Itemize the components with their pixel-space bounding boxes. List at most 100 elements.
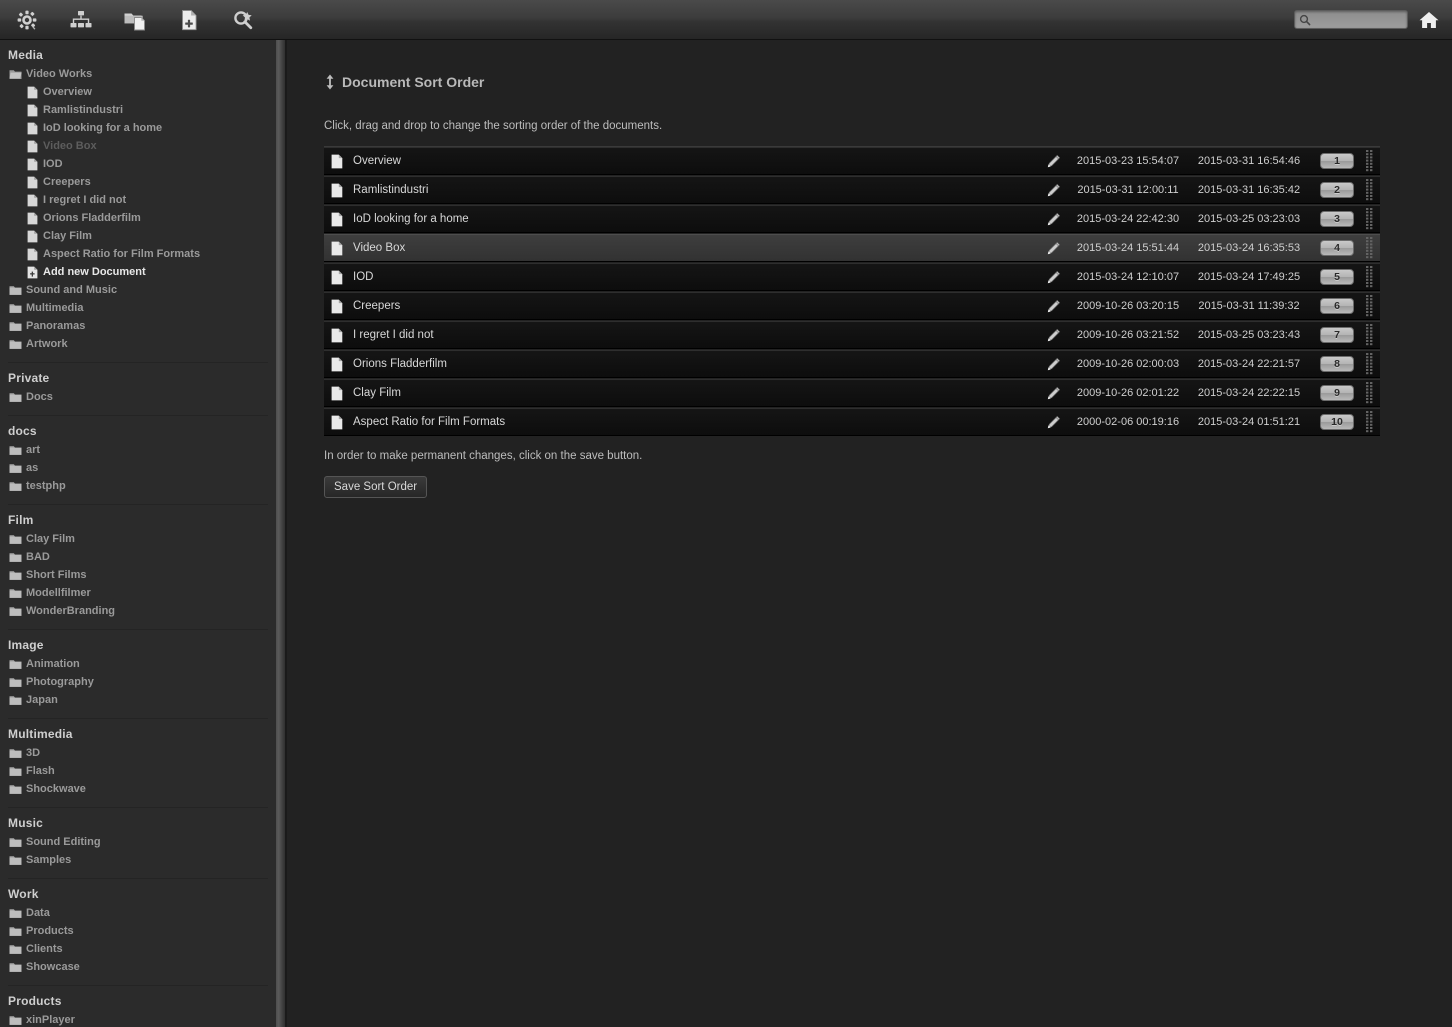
sort-row[interactable]: Ramlistindustri 2015-03-31 12:00:11 2015-0… [324,176,1380,204]
sidebar-item-testphp[interactable]: testphp [0,477,276,495]
sidebar-item-aspect-ratio-for-film-formats[interactable]: Aspect Ratio for Film Formats [0,245,276,263]
sidebar-item-video-works[interactable]: Video Works [0,65,276,83]
edit-pencil-icon[interactable] [1040,212,1066,227]
sidebar-item-creepers[interactable]: Creepers [0,173,276,191]
sidebar-item-add-new-document[interactable]: Add new Document [0,263,276,281]
sidebar-item-label: Data [26,906,50,919]
sidebar-item-animation[interactable]: Animation [0,655,276,673]
sidebar-item-label: Products [26,924,74,937]
sidebar-item-label: Artwork [26,337,68,350]
edit-pencil-icon[interactable] [1040,357,1066,372]
sidebar-item-iod-looking-for-a-home[interactable]: IoD looking for a home [0,119,276,137]
sort-row[interactable]: IoD looking for a home 2015-03-24 22:42:3… [324,205,1380,233]
sort-row[interactable]: Aspect Ratio for Film Formats 2000-02-06 … [324,408,1380,436]
home-icon[interactable] [1418,10,1440,30]
sort-row[interactable]: IOD 2015-03-24 12:10:07 2015-03-24 17:49:2… [324,263,1380,291]
drag-handle-icon[interactable] [1362,380,1378,406]
sidebar-item-bad[interactable]: BAD [0,548,276,566]
sidebar-item-sound-editing[interactable]: Sound Editing [0,833,276,851]
folder-icon [8,532,22,546]
edit-pencil-icon[interactable] [1040,270,1066,285]
sort-order-badge: 6 [1320,298,1354,314]
sidebar-item-japan[interactable]: Japan [0,691,276,709]
document-icon [331,357,353,372]
sidebar-item-iod[interactable]: IOD [0,155,276,173]
edit-pencil-icon[interactable] [1040,386,1066,401]
sidebar-tree[interactable]: Media Video Works Overview Ramlistindustri I… [0,40,276,1027]
sort-row[interactable]: Video Box 2015-03-24 15:51:44 2015-03-24 1… [324,234,1380,262]
sidebar-divider [8,718,268,719]
drag-handle-icon[interactable] [1362,409,1378,435]
copy-folder-icon[interactable] [108,0,162,40]
sidebar-item-label: Flash [26,764,55,777]
sidebar-item-wonderbranding[interactable]: WonderBranding [0,602,276,620]
search-box[interactable] [1294,10,1446,29]
sort-row[interactable]: I regret I did not 2009-10-26 03:21:52 201… [324,321,1380,349]
sort-row[interactable]: Creepers 2009-10-26 03:20:15 2015-03-31 11… [324,292,1380,320]
add-document-icon[interactable] [162,0,216,40]
drag-handle-icon[interactable] [1362,206,1378,232]
sidebar-item-label: Animation [26,657,80,670]
sidebar-item-label: 3D [26,746,41,759]
sidebar-item-samples[interactable]: Samples [0,851,276,869]
edit-pencil-icon[interactable] [1040,299,1066,314]
sidebar-section-heading: Media [8,48,44,62]
sidebar-item-xinplayer[interactable]: xinPlayer [0,1011,276,1027]
sidebar-resize-handle[interactable] [276,40,286,1027]
sidebar-item-flash[interactable]: Flash [0,762,276,780]
sidebar-item-clay-film[interactable]: Clay Film [0,227,276,245]
sort-order-badge: 4 [1320,240,1354,256]
edit-pencil-icon[interactable] [1040,241,1066,256]
sort-row-title: Orions Fladderfilm [353,358,447,370]
sidebar-item-modellfilmer[interactable]: Modellfilmer [0,584,276,602]
sidebar-item-shockwave[interactable]: Shockwave [0,780,276,798]
sort-row[interactable]: Overview 2015-03-23 15:54:07 2015-03-31 16… [324,147,1380,175]
sort-row[interactable]: Orions Fladderfilm 2009-10-26 02:00:03 201… [324,350,1380,378]
save-sort-order-button[interactable]: Save Sort Order [324,476,428,498]
sidebar-item-overview[interactable]: Overview [0,83,276,101]
sidebar-item-photography[interactable]: Photography [0,673,276,691]
search-zoom-icon[interactable] [216,0,270,40]
sidebar-item-label: testphp [26,479,66,492]
sidebar-item-orions-fladderfilm[interactable]: Orions Fladderfilm [0,209,276,227]
sidebar-item-showcase[interactable]: Showcase [0,958,276,976]
sidebar-item-products[interactable]: Products [0,922,276,940]
sidebar-divider [8,985,268,986]
sort-row-modified-date: 2015-03-31 16:35:42 [1197,184,1301,196]
sidebar-item-data[interactable]: Data [0,904,276,922]
sidebar-item-short-films[interactable]: Short Films [0,566,276,584]
sort-order-list[interactable]: Overview 2015-03-23 15:54:07 2015-03-31 16… [324,146,1380,436]
drag-handle-icon[interactable] [1362,264,1378,290]
sort-row[interactable]: Clay Film 2009-10-26 02:01:22 2015-03-24 2… [324,379,1380,407]
drag-handle-icon[interactable] [1362,293,1378,319]
sort-row-modified-date: 2015-03-24 01:51:21 [1197,416,1301,428]
sidebar-item-video-box[interactable]: Video Box [0,137,276,155]
edit-pencil-icon[interactable] [1040,154,1066,169]
edit-pencil-icon[interactable] [1040,328,1066,343]
sidebar-item-docs[interactable]: Docs [0,388,276,406]
edit-pencil-icon[interactable] [1040,183,1066,198]
sidebar-item-as[interactable]: as [0,459,276,477]
sidebar-item-clay-film[interactable]: Clay Film [0,530,276,548]
sidebar-item-i-regret-i-did-not[interactable]: I regret I did not [0,191,276,209]
drag-handle-icon[interactable] [1362,351,1378,377]
sidebar-item-3d[interactable]: 3D [0,744,276,762]
sidebar-item-art[interactable]: art [0,441,276,459]
drag-handle-icon[interactable] [1362,322,1378,348]
sidebar-divider [8,504,268,505]
sidebar-item-artwork[interactable]: Artwork [0,335,276,353]
sort-order-badge: 7 [1320,327,1354,343]
sort-row-modified-date: 2015-03-25 03:23:03 [1197,213,1301,225]
sidebar-item-sound-and-music[interactable]: Sound and Music [0,281,276,299]
edit-pencil-icon[interactable] [1040,415,1066,430]
drag-handle-icon[interactable] [1362,148,1378,174]
sitemap-tree-icon[interactable] [54,0,108,40]
sidebar-item-panoramas[interactable]: Panoramas [0,317,276,335]
drag-handle-icon[interactable] [1362,177,1378,203]
sidebar-item-clients[interactable]: Clients [0,940,276,958]
drag-handle-icon[interactable] [1362,235,1378,261]
settings-gear-icon[interactable] [0,0,54,40]
sidebar-item-ramlistindustri[interactable]: Ramlistindustri [0,101,276,119]
folder-icon [8,924,22,938]
sidebar-item-multimedia[interactable]: Multimedia [0,299,276,317]
